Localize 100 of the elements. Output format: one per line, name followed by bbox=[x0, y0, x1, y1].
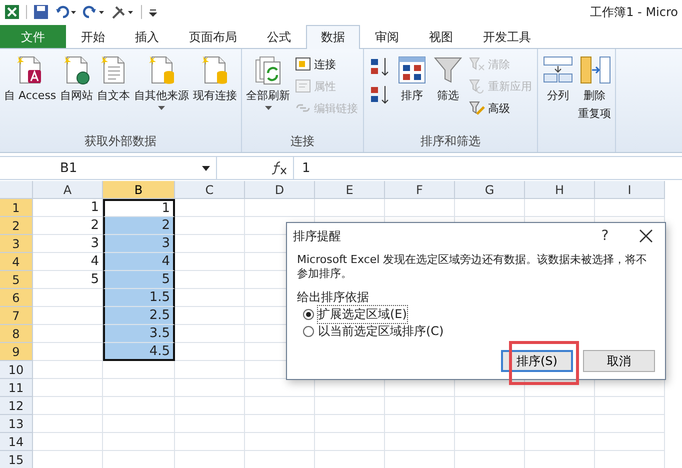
ribbon-button[interactable]: 筛选 bbox=[431, 51, 466, 130]
radio-label[interactable]: 扩展选定区域(E) bbox=[318, 306, 407, 323]
function-icon[interactable] bbox=[271, 161, 287, 175]
row-header[interactable]: 12 bbox=[0, 397, 33, 415]
ribbon-button[interactable]: 自文本 bbox=[96, 51, 132, 130]
grid-cell bbox=[385, 433, 455, 451]
row-header[interactable]: 13 bbox=[0, 415, 33, 433]
row-header[interactable]: 11 bbox=[0, 379, 33, 397]
caret-icon bbox=[264, 106, 272, 110]
dialog-button[interactable]: 取消 bbox=[583, 350, 655, 372]
highlight-frame bbox=[509, 341, 579, 385]
sort-descending-icon bbox=[369, 84, 392, 106]
table-cell: 3 bbox=[103, 235, 175, 253]
tools-icon[interactable] bbox=[111, 4, 135, 20]
grid-cell bbox=[245, 415, 315, 433]
ribbon-tab[interactable]: 插入 bbox=[120, 25, 174, 48]
column-header[interactable]: G bbox=[455, 181, 525, 199]
ribbon-tab[interactable]: 视图 bbox=[414, 25, 468, 48]
row-header[interactable]: 5 bbox=[0, 271, 33, 289]
grid-cell bbox=[245, 199, 315, 217]
table-cell: 2.5 bbox=[103, 307, 175, 325]
ribbon-button[interactable]: 排序 bbox=[395, 51, 430, 130]
radio-button[interactable] bbox=[303, 309, 314, 320]
ribbon-button[interactable]: 自 Access bbox=[3, 51, 58, 130]
column-header[interactable]: E bbox=[315, 181, 385, 199]
grid-cell bbox=[175, 415, 245, 433]
table-cell: 5 bbox=[103, 271, 175, 289]
grid-cell bbox=[455, 415, 525, 433]
column-header[interactable]: H bbox=[525, 181, 595, 199]
row-header[interactable]: 2 bbox=[0, 217, 33, 235]
ribbon-button[interactable]: 现有连接 bbox=[192, 51, 238, 130]
radio-button[interactable] bbox=[303, 326, 314, 337]
row-header[interactable]: 14 bbox=[0, 433, 33, 451]
grid-cell bbox=[33, 397, 103, 415]
ribbon-tab[interactable]: 开发工具 bbox=[468, 25, 546, 48]
column-header[interactable]: I bbox=[595, 181, 665, 199]
row-header[interactable]: 6 bbox=[0, 289, 33, 307]
reapply-filter-icon bbox=[469, 78, 486, 94]
dialog-button[interactable]: 排序(S) bbox=[501, 350, 573, 372]
grid-cell bbox=[385, 397, 455, 415]
grid-cell bbox=[315, 397, 385, 415]
row-header[interactable]: 7 bbox=[0, 307, 33, 325]
column-header[interactable]: F bbox=[385, 181, 455, 199]
save-icon[interactable] bbox=[33, 4, 49, 20]
row-header[interactable]: 9 bbox=[0, 343, 33, 361]
grid-cell bbox=[33, 361, 103, 379]
ribbon-button[interactable]: 删除 重复项 bbox=[577, 51, 612, 130]
grid-cell bbox=[33, 415, 103, 433]
advanced-filter-icon bbox=[469, 100, 486, 116]
grid-cell bbox=[175, 199, 245, 217]
ribbon-tab[interactable]: 页面布局 bbox=[174, 25, 252, 48]
formula-field[interactable]: 1 bbox=[294, 157, 310, 179]
column-header[interactable]: D bbox=[245, 181, 315, 199]
dropdown-caret-icon[interactable] bbox=[202, 166, 210, 170]
ribbon-button[interactable]: 自网站 bbox=[59, 51, 94, 130]
caret-icon bbox=[158, 106, 166, 110]
row-header[interactable]: 8 bbox=[0, 325, 33, 343]
row-header[interactable]: 1 bbox=[0, 199, 33, 217]
ribbon-button[interactable]: 分列 bbox=[541, 51, 576, 130]
ribbon-tab[interactable]: 数据 bbox=[306, 25, 360, 49]
grid-cell bbox=[455, 433, 525, 451]
ribbon-small-button[interactable]: 连接 bbox=[293, 55, 360, 73]
grid-cell bbox=[525, 415, 595, 433]
column-header[interactable]: A bbox=[33, 181, 103, 199]
help-button[interactable]: ? bbox=[585, 227, 625, 245]
properties-icon bbox=[295, 78, 312, 94]
clear-filter-icon bbox=[469, 56, 486, 72]
grid-cell bbox=[595, 433, 665, 451]
grid-cell bbox=[245, 433, 315, 451]
column-header[interactable]: C bbox=[175, 181, 245, 199]
group-label: 获取外部数据 bbox=[84, 133, 158, 150]
group-label: 排序和筛选 bbox=[420, 133, 482, 150]
grid-cell bbox=[385, 415, 455, 433]
ribbon-small-button[interactable]: 高级 bbox=[467, 99, 534, 117]
ribbon-tab[interactable]: 审阅 bbox=[360, 25, 414, 48]
undo-icon[interactable] bbox=[55, 4, 77, 20]
row-header[interactable]: 15 bbox=[0, 451, 33, 468]
row-header[interactable]: 10 bbox=[0, 361, 33, 379]
grid-cell bbox=[595, 397, 665, 415]
ribbon-tab[interactable]: 开始 bbox=[66, 25, 120, 48]
redo-icon[interactable] bbox=[83, 4, 105, 20]
grid-cell bbox=[525, 397, 595, 415]
row-header[interactable]: 4 bbox=[0, 253, 33, 271]
row-header[interactable]: 3 bbox=[0, 235, 33, 253]
name-box[interactable]: B1 bbox=[0, 157, 217, 179]
grid-cell bbox=[315, 415, 385, 433]
table-cell: 1 bbox=[103, 199, 175, 217]
column-header[interactable]: B bbox=[103, 181, 175, 199]
ribbon-tab[interactable]: 文件 bbox=[0, 25, 66, 48]
option-group-label: 给出排序依据 bbox=[297, 289, 370, 306]
table-cell: 1.5 bbox=[103, 289, 175, 307]
ribbon-button[interactable]: 自其他来源 bbox=[133, 51, 190, 130]
table-cell: 4 bbox=[103, 253, 175, 271]
window-title: 工作簿1 - Micro bbox=[590, 4, 678, 20]
ribbon-tab[interactable]: 公式 bbox=[252, 25, 306, 48]
ribbon-button[interactable]: 全部刷新 bbox=[245, 51, 292, 130]
dialog-title: 排序提醒 bbox=[293, 228, 342, 244]
radio-label[interactable]: 以当前选定区域排序(C) bbox=[318, 323, 444, 340]
grid-cell bbox=[595, 415, 665, 433]
table-cell: 4.5 bbox=[103, 343, 175, 361]
